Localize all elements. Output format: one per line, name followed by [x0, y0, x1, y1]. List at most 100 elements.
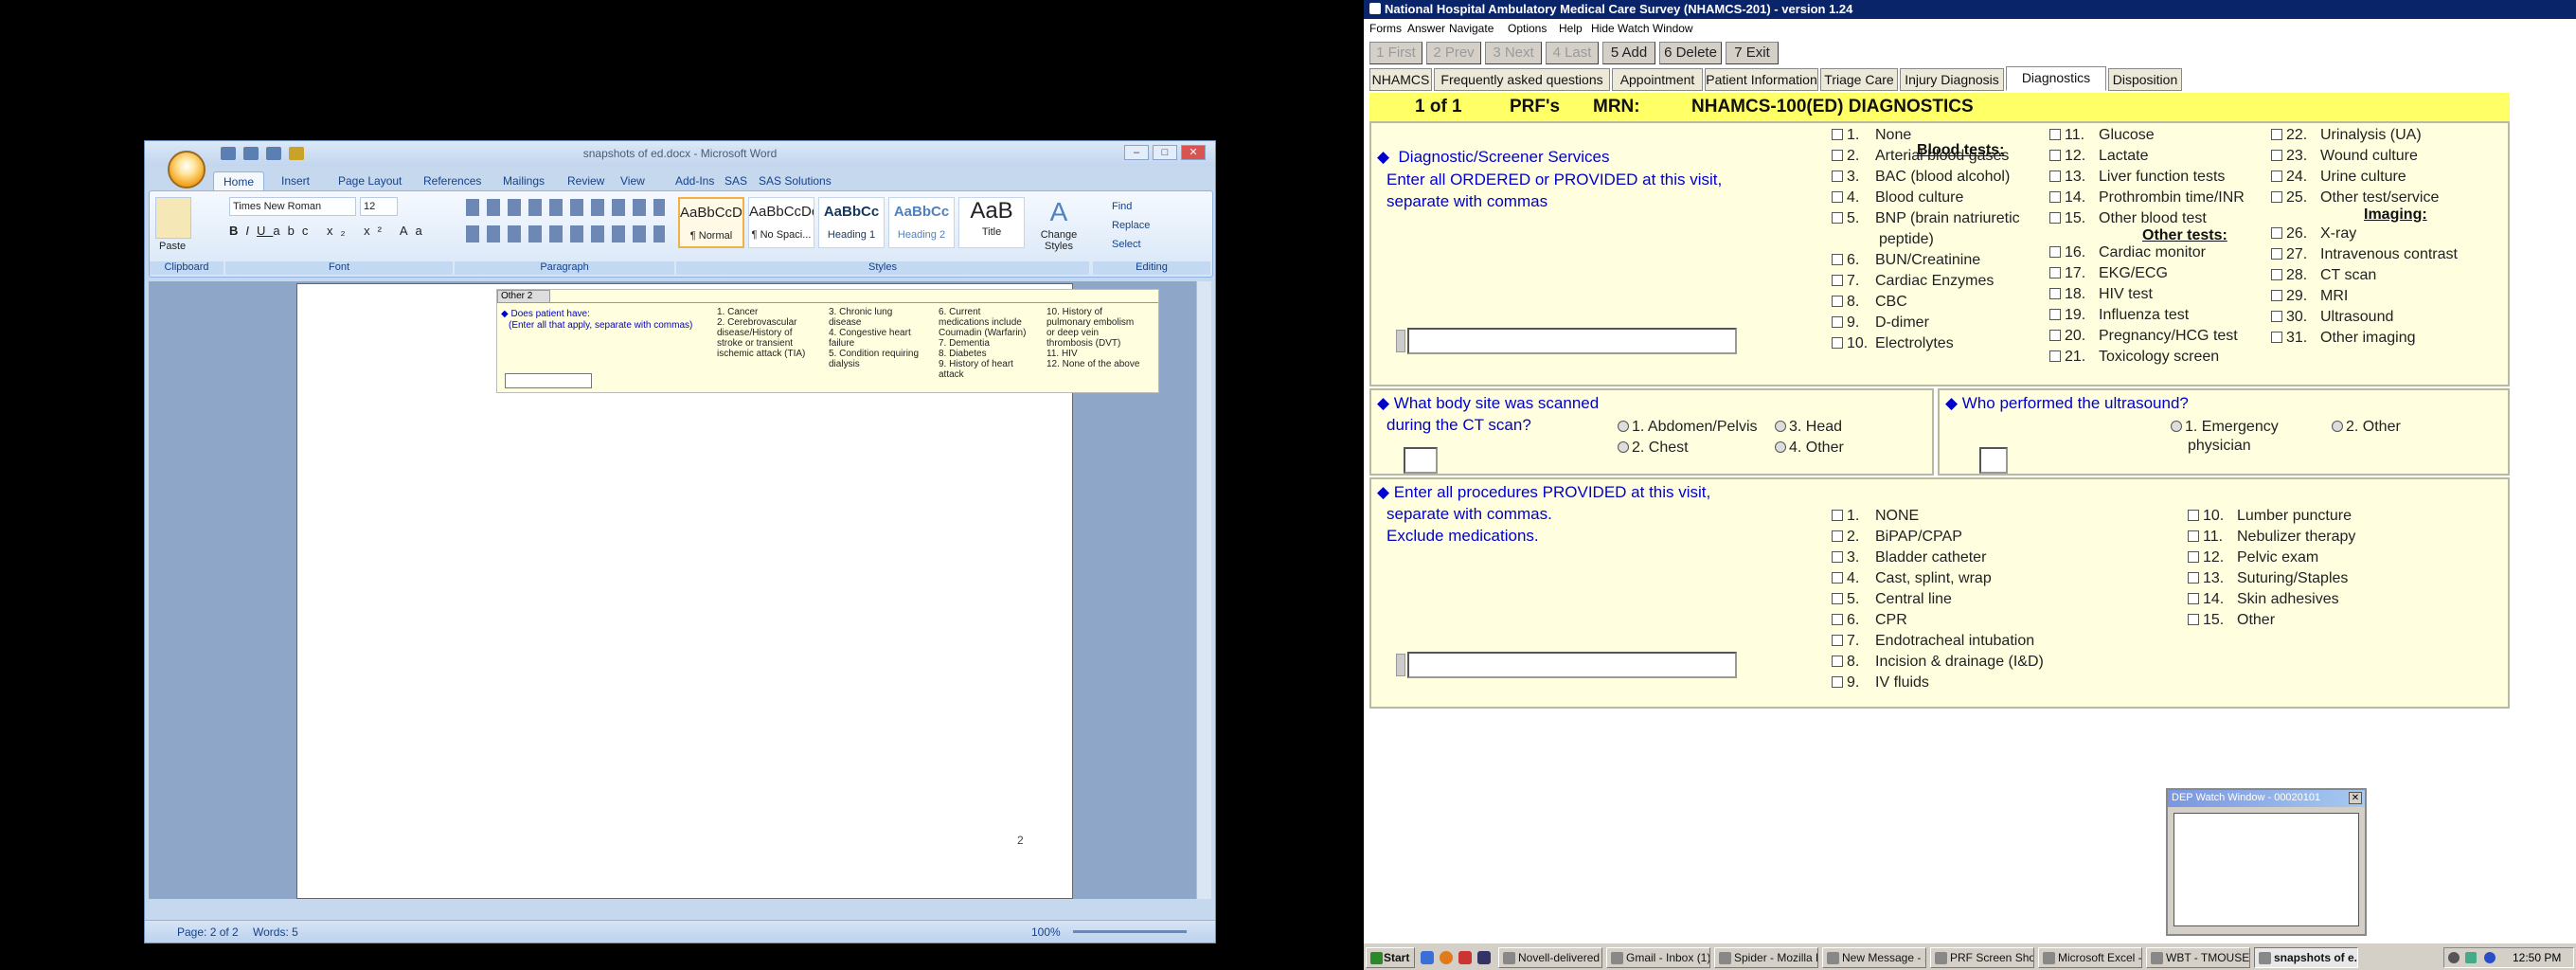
menu-forms[interactable]: Forms [1369, 22, 1402, 35]
tab-triage-care[interactable]: Triage Care [1820, 68, 1898, 91]
paste-icon[interactable] [155, 197, 191, 239]
checkbox-box[interactable] [2188, 572, 2199, 584]
nav-2-prev-button[interactable]: 2 Prev [1426, 42, 1481, 64]
replace-button[interactable]: Replace [1112, 216, 1150, 235]
menu-options[interactable]: Options [1508, 22, 1547, 35]
start-button[interactable]: Start [1366, 947, 1415, 968]
watch-title[interactable]: DEP Watch Window - 00020101 [2168, 790, 2365, 807]
taskbar-item-4[interactable]: New Message - ... [1822, 947, 1926, 968]
taskbar-item-7[interactable]: WBT - TMOUSER... [2146, 947, 2250, 968]
diagnostic-input[interactable] [1407, 328, 1737, 354]
vertical-scrollbar[interactable] [1196, 281, 1211, 899]
checkbox-box[interactable] [1832, 296, 1843, 307]
procedures-input[interactable] [1407, 652, 1737, 678]
tab-nhamcs[interactable]: NHAMCS [1369, 68, 1432, 91]
checkbox-15-other-blood-test[interactable]: 15. Other blood test [2049, 210, 2207, 227]
checkbox-14-skin-adhesives[interactable]: 14. Skin adhesives [2188, 591, 2339, 608]
checkbox-11-nebulizer-therapy[interactable]: 11. Nebulizer therapy [2188, 529, 2355, 546]
find-button[interactable]: Find [1112, 197, 1150, 216]
checkbox-box[interactable] [2049, 171, 2061, 182]
menu-navigate[interactable]: Navigate [1449, 22, 1494, 35]
checkbox-box[interactable] [1832, 316, 1843, 328]
quicklaunch-app-icon[interactable] [1458, 951, 1472, 964]
nav-3-next-button[interactable]: 3 Next [1485, 42, 1542, 64]
zoom-level[interactable]: 100% [1031, 925, 1061, 939]
checkbox-box[interactable] [1832, 171, 1843, 182]
checkbox-2-bipap-cpap[interactable]: 2. BiPAP/CPAP [1832, 529, 1962, 546]
word-tab-review[interactable]: Review [558, 171, 614, 190]
checkbox-box[interactable] [2271, 227, 2282, 239]
alignment-icons[interactable] [466, 225, 665, 242]
checkbox-box[interactable] [1832, 254, 1843, 265]
checkbox-15-other[interactable]: 15. Other [2188, 612, 2275, 629]
undo-icon[interactable] [243, 147, 259, 160]
ct-option-1[interactable]: 1. Abdomen/Pelvis [1618, 419, 1758, 436]
style-title[interactable]: AaB Title [958, 197, 1025, 248]
font-size-select[interactable]: 12 [360, 197, 398, 216]
style-heading-1[interactable]: AaBbCc Heading 1 [818, 197, 885, 248]
minimize-button[interactable]: – [1124, 145, 1149, 160]
checkbox-20-pregnancy-hcg-test[interactable]: 20. Pregnancy/HCG test [2049, 328, 2238, 345]
style-heading-2[interactable]: AaBbCc Heading 2 [888, 197, 955, 248]
checkbox-8-incision-drainage-i-d[interactable]: 8. Incision & drainage (I&D) [1832, 654, 2044, 671]
checkbox-box[interactable] [2049, 309, 2061, 320]
checkbox-1-none[interactable]: 1. NONE [1832, 508, 1919, 525]
checkbox-box[interactable] [2271, 290, 2282, 301]
taskbar-item-2[interactable]: Gmail - Inbox (1)... [1606, 947, 1710, 968]
checkbox-box[interactable] [1832, 150, 1843, 161]
clock[interactable]: 12:50 PM [2513, 951, 2561, 964]
checkbox-box[interactable] [2271, 171, 2282, 182]
checkbox-box[interactable] [2271, 311, 2282, 322]
checkbox-box[interactable] [1832, 337, 1843, 349]
taskbar-item-5[interactable]: PRF Screen Shots [1930, 947, 2034, 968]
us-input[interactable] [1979, 447, 2008, 474]
menu-help[interactable]: Help [1559, 22, 1583, 35]
ct-option-3[interactable]: 3. Head [1775, 419, 1842, 436]
watch-close-icon[interactable]: ✕ [2349, 792, 2362, 804]
checkbox-8-cbc[interactable]: 8. CBC [1832, 294, 1907, 311]
checkbox-7-cardiac-enzymes[interactable]: 7. Cardiac Enzymes [1832, 273, 1994, 290]
checkbox-3-bladder-catheter[interactable]: 3. Bladder catheter [1832, 549, 1986, 566]
tab-disposition[interactable]: Disposition [2108, 68, 2182, 91]
spelling-icon[interactable] [289, 147, 304, 160]
quicklaunch-firefox-icon[interactable] [1440, 951, 1453, 964]
tab-appointment[interactable]: Appointment [1612, 68, 1703, 91]
checkbox-25-other-test-service[interactable]: 25. Other test/service [2271, 189, 2439, 207]
checkbox-box[interactable] [2188, 614, 2199, 625]
change-styles-label[interactable]: Change Styles [1032, 229, 1085, 252]
checkbox-box[interactable] [2049, 150, 2061, 161]
checkbox-9-iv-fluids[interactable]: 9. IV fluids [1832, 674, 1929, 692]
style-normal[interactable]: AaBbCcDc¶ Normal [678, 197, 744, 248]
checkbox-19-influenza-test[interactable]: 19. Influenza test [2049, 307, 2189, 324]
checkbox-box[interactable] [1832, 614, 1843, 625]
tab-frequently-asked-questions[interactable]: Frequently asked questions [1434, 68, 1610, 91]
checkbox-31-other-imaging[interactable]: 31. Other imaging [2271, 330, 2416, 347]
checkbox-13-liver-function-tests[interactable]: 13. Liver function tests [2049, 169, 2225, 186]
checkbox-box[interactable] [1832, 129, 1843, 140]
checkbox-11-glucose[interactable]: 11. Glucose [2049, 127, 2155, 144]
checkbox-6-cpr[interactable]: 6. CPR [1832, 612, 1907, 629]
help-icon[interactable] [2448, 952, 2460, 963]
checkbox-12-lactate[interactable]: 12. Lactate [2049, 148, 2148, 165]
maximize-button[interactable]: □ [1153, 145, 1177, 160]
tab-patient-information[interactable]: Patient Information [1705, 68, 1818, 91]
us-option-1[interactable]: 1. Emergency [2171, 419, 2279, 436]
word-tab-references[interactable]: References [414, 171, 491, 190]
redo-icon[interactable] [266, 147, 281, 160]
save-icon[interactable] [221, 147, 236, 160]
checkbox-box[interactable] [2188, 593, 2199, 604]
diagnostic-input-handle[interactable] [1396, 330, 1405, 352]
checkbox-10-electrolytes[interactable]: 10. Electrolytes [1832, 335, 1954, 352]
tab-diagnostics[interactable]: Diagnostics [2006, 66, 2106, 91]
checkbox-box[interactable] [1832, 572, 1843, 584]
checkbox-box[interactable] [2049, 267, 2061, 278]
checkbox-4-blood-culture[interactable]: 4. Blood culture [1832, 189, 1963, 207]
taskbar-item-1[interactable]: Novell-delivered ... [1498, 947, 1602, 968]
word-tab-view[interactable]: View [611, 171, 654, 190]
nav-4-last-button[interactable]: 4 Last [1546, 42, 1599, 64]
menu-hide-watch-window[interactable]: Hide Watch Window [1591, 22, 1693, 35]
checkbox-30-ultrasound[interactable]: 30. Ultrasound [2271, 309, 2393, 326]
watch-window[interactable]: DEP Watch Window - 00020101 ✕ [2166, 788, 2367, 936]
change-styles-icon[interactable]: A [1040, 197, 1078, 226]
checkbox-box[interactable] [2188, 551, 2199, 563]
